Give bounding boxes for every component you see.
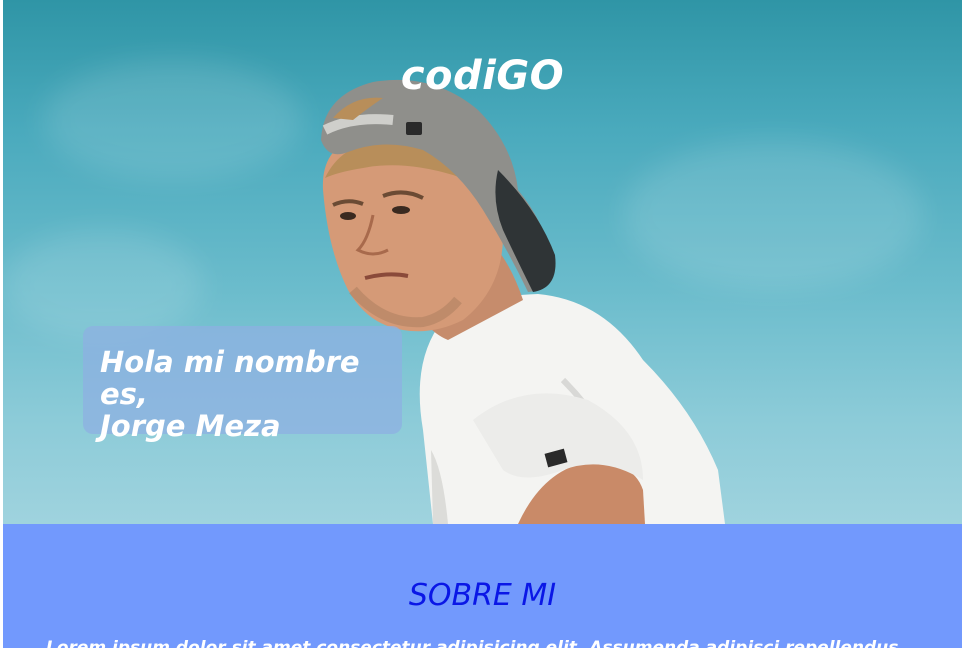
eye [340,212,356,220]
brand-logo[interactable]: codiGO [3,50,962,102]
about-section: SOBRE MI Lorem ipsum dolor sit amet cons… [3,524,962,648]
about-title: SOBRE MI [408,578,557,613]
intro-greeting: Hola mi nombre es, Jorge Meza [100,346,400,442]
intro-card: Hola mi nombre es, Jorge Meza [83,326,402,442]
cap-logo [406,122,422,135]
page: codiGO Hola mi nombre es, Jorge Meza SOB… [3,0,962,648]
greeting-line-1: Hola mi nombre es, [100,345,360,411]
greeting-line-2: Jorge Meza [100,409,281,443]
eye [392,206,410,214]
about-text: Lorem ipsum dolor sit amet consectetur a… [46,638,899,648]
hero-section: codiGO Hola mi nombre es, Jorge Meza [3,0,962,524]
